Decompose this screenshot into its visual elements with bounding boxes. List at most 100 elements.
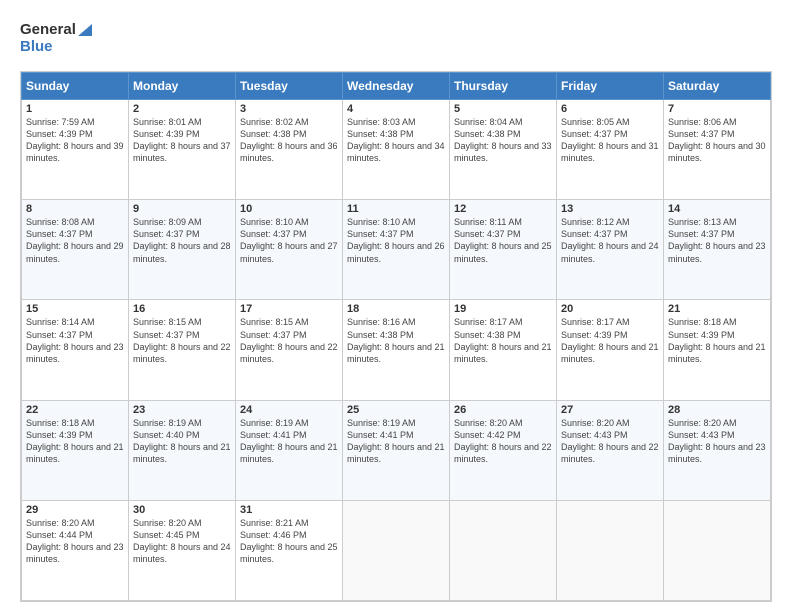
calendar-day-header: Monday (129, 73, 236, 100)
calendar-cell (450, 500, 557, 600)
day-number: 30 (133, 504, 231, 516)
day-info: Sunrise: 8:20 AMSunset: 4:45 PMDaylight:… (133, 517, 231, 566)
day-number: 10 (240, 203, 338, 215)
calendar-cell: 2Sunrise: 8:01 AMSunset: 4:39 PMDaylight… (129, 100, 236, 200)
calendar-cell: 3Sunrise: 8:02 AMSunset: 4:38 PMDaylight… (236, 100, 343, 200)
calendar-cell: 1Sunrise: 7:59 AMSunset: 4:39 PMDaylight… (22, 100, 129, 200)
calendar-cell: 14Sunrise: 8:13 AMSunset: 4:37 PMDayligh… (664, 200, 771, 300)
calendar-cell: 25Sunrise: 8:19 AMSunset: 4:41 PMDayligh… (343, 400, 450, 500)
calendar-cell: 13Sunrise: 8:12 AMSunset: 4:37 PMDayligh… (557, 200, 664, 300)
calendar-cell: 27Sunrise: 8:20 AMSunset: 4:43 PMDayligh… (557, 400, 664, 500)
day-info: Sunrise: 8:13 AMSunset: 4:37 PMDaylight:… (668, 216, 766, 265)
calendar-cell: 29Sunrise: 8:20 AMSunset: 4:44 PMDayligh… (22, 500, 129, 600)
calendar-week-row: 22Sunrise: 8:18 AMSunset: 4:39 PMDayligh… (22, 400, 771, 500)
day-info: Sunrise: 8:02 AMSunset: 4:38 PMDaylight:… (240, 116, 338, 165)
day-info: Sunrise: 8:20 AMSunset: 4:44 PMDaylight:… (26, 517, 124, 566)
day-info: Sunrise: 8:03 AMSunset: 4:38 PMDaylight:… (347, 116, 445, 165)
day-number: 5 (454, 103, 552, 115)
calendar-cell: 19Sunrise: 8:17 AMSunset: 4:38 PMDayligh… (450, 300, 557, 400)
logo: General Blue (20, 16, 100, 61)
day-info: Sunrise: 8:17 AMSunset: 4:39 PMDaylight:… (561, 316, 659, 365)
calendar-day-header: Sunday (22, 73, 129, 100)
header: General Blue (20, 16, 772, 61)
calendar-body: 1Sunrise: 7:59 AMSunset: 4:39 PMDaylight… (22, 100, 771, 601)
day-info: Sunrise: 8:01 AMSunset: 4:39 PMDaylight:… (133, 116, 231, 165)
svg-text:Blue: Blue (20, 38, 53, 55)
calendar-day-header: Saturday (664, 73, 771, 100)
day-info: Sunrise: 8:19 AMSunset: 4:41 PMDaylight:… (240, 417, 338, 466)
day-number: 22 (26, 404, 124, 416)
page: General Blue SundayMondayTuesdayWednesda… (0, 0, 792, 612)
calendar-header-row: SundayMondayTuesdayWednesdayThursdayFrid… (22, 73, 771, 100)
day-info: Sunrise: 8:12 AMSunset: 4:37 PMDaylight:… (561, 216, 659, 265)
day-number: 11 (347, 203, 445, 215)
day-number: 6 (561, 103, 659, 115)
day-info: Sunrise: 8:17 AMSunset: 4:38 PMDaylight:… (454, 316, 552, 365)
day-number: 19 (454, 303, 552, 315)
day-info: Sunrise: 8:05 AMSunset: 4:37 PMDaylight:… (561, 116, 659, 165)
day-number: 12 (454, 203, 552, 215)
day-info: Sunrise: 8:18 AMSunset: 4:39 PMDaylight:… (668, 316, 766, 365)
day-number: 2 (133, 103, 231, 115)
calendar-cell: 11Sunrise: 8:10 AMSunset: 4:37 PMDayligh… (343, 200, 450, 300)
day-info: Sunrise: 8:19 AMSunset: 4:41 PMDaylight:… (347, 417, 445, 466)
day-number: 21 (668, 303, 766, 315)
calendar-cell: 23Sunrise: 8:19 AMSunset: 4:40 PMDayligh… (129, 400, 236, 500)
day-number: 7 (668, 103, 766, 115)
calendar-cell: 17Sunrise: 8:15 AMSunset: 4:37 PMDayligh… (236, 300, 343, 400)
logo-svg: General Blue (20, 16, 100, 61)
day-info: Sunrise: 8:15 AMSunset: 4:37 PMDaylight:… (240, 316, 338, 365)
calendar-cell: 21Sunrise: 8:18 AMSunset: 4:39 PMDayligh… (664, 300, 771, 400)
day-number: 8 (26, 203, 124, 215)
calendar-cell: 15Sunrise: 8:14 AMSunset: 4:37 PMDayligh… (22, 300, 129, 400)
calendar-cell: 30Sunrise: 8:20 AMSunset: 4:45 PMDayligh… (129, 500, 236, 600)
calendar-cell: 10Sunrise: 8:10 AMSunset: 4:37 PMDayligh… (236, 200, 343, 300)
calendar-cell (343, 500, 450, 600)
calendar-cell: 8Sunrise: 8:08 AMSunset: 4:37 PMDaylight… (22, 200, 129, 300)
day-info: Sunrise: 7:59 AMSunset: 4:39 PMDaylight:… (26, 116, 124, 165)
day-number: 16 (133, 303, 231, 315)
calendar-week-row: 8Sunrise: 8:08 AMSunset: 4:37 PMDaylight… (22, 200, 771, 300)
day-number: 26 (454, 404, 552, 416)
svg-text:General: General (20, 21, 76, 38)
calendar-cell: 28Sunrise: 8:20 AMSunset: 4:43 PMDayligh… (664, 400, 771, 500)
calendar-day-header: Wednesday (343, 73, 450, 100)
calendar-cell (557, 500, 664, 600)
day-number: 27 (561, 404, 659, 416)
day-info: Sunrise: 8:10 AMSunset: 4:37 PMDaylight:… (240, 216, 338, 265)
calendar-cell: 12Sunrise: 8:11 AMSunset: 4:37 PMDayligh… (450, 200, 557, 300)
day-info: Sunrise: 8:20 AMSunset: 4:42 PMDaylight:… (454, 417, 552, 466)
day-number: 25 (347, 404, 445, 416)
day-number: 29 (26, 504, 124, 516)
day-number: 1 (26, 103, 124, 115)
calendar-cell: 9Sunrise: 8:09 AMSunset: 4:37 PMDaylight… (129, 200, 236, 300)
calendar: SundayMondayTuesdayWednesdayThursdayFrid… (20, 71, 772, 602)
calendar-cell: 31Sunrise: 8:21 AMSunset: 4:46 PMDayligh… (236, 500, 343, 600)
calendar-day-header: Thursday (450, 73, 557, 100)
calendar-week-row: 15Sunrise: 8:14 AMSunset: 4:37 PMDayligh… (22, 300, 771, 400)
day-info: Sunrise: 8:18 AMSunset: 4:39 PMDaylight:… (26, 417, 124, 466)
calendar-cell (664, 500, 771, 600)
calendar-cell: 24Sunrise: 8:19 AMSunset: 4:41 PMDayligh… (236, 400, 343, 500)
day-info: Sunrise: 8:19 AMSunset: 4:40 PMDaylight:… (133, 417, 231, 466)
day-info: Sunrise: 8:21 AMSunset: 4:46 PMDaylight:… (240, 517, 338, 566)
day-number: 20 (561, 303, 659, 315)
day-number: 14 (668, 203, 766, 215)
day-info: Sunrise: 8:04 AMSunset: 4:38 PMDaylight:… (454, 116, 552, 165)
calendar-cell: 6Sunrise: 8:05 AMSunset: 4:37 PMDaylight… (557, 100, 664, 200)
calendar-cell: 16Sunrise: 8:15 AMSunset: 4:37 PMDayligh… (129, 300, 236, 400)
calendar-week-row: 1Sunrise: 7:59 AMSunset: 4:39 PMDaylight… (22, 100, 771, 200)
day-info: Sunrise: 8:09 AMSunset: 4:37 PMDaylight:… (133, 216, 231, 265)
day-info: Sunrise: 8:20 AMSunset: 4:43 PMDaylight:… (668, 417, 766, 466)
calendar-cell: 26Sunrise: 8:20 AMSunset: 4:42 PMDayligh… (450, 400, 557, 500)
day-number: 13 (561, 203, 659, 215)
day-info: Sunrise: 8:08 AMSunset: 4:37 PMDaylight:… (26, 216, 124, 265)
day-info: Sunrise: 8:06 AMSunset: 4:37 PMDaylight:… (668, 116, 766, 165)
day-number: 17 (240, 303, 338, 315)
calendar-cell: 22Sunrise: 8:18 AMSunset: 4:39 PMDayligh… (22, 400, 129, 500)
day-info: Sunrise: 8:20 AMSunset: 4:43 PMDaylight:… (561, 417, 659, 466)
day-number: 18 (347, 303, 445, 315)
day-number: 4 (347, 103, 445, 115)
calendar-day-header: Friday (557, 73, 664, 100)
calendar-week-row: 29Sunrise: 8:20 AMSunset: 4:44 PMDayligh… (22, 500, 771, 600)
